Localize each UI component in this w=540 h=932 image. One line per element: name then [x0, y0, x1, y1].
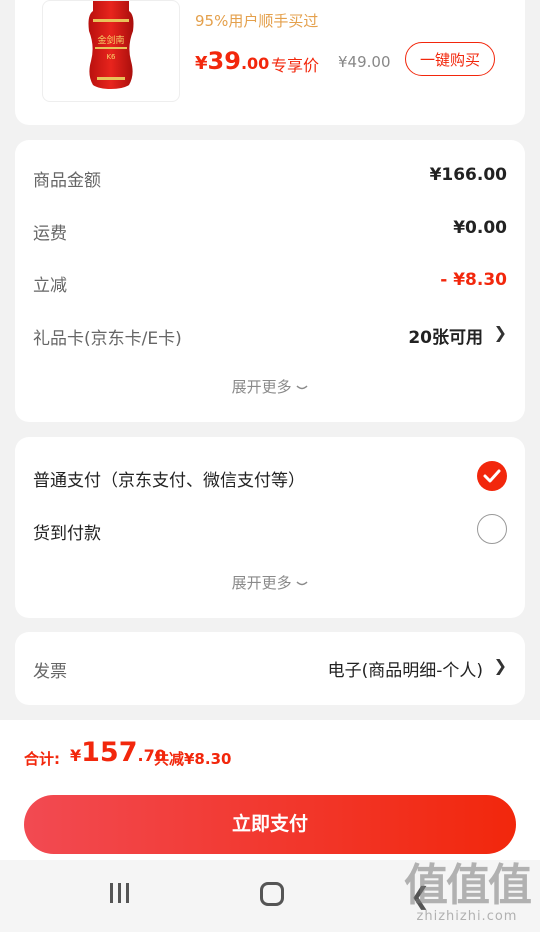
invoice-card[interactable]: 发票 电子(商品明细-个人) ❯ — [15, 632, 525, 705]
summary-row-shipping: 运费 ¥0.00 — [33, 218, 507, 244]
payment-expand-more[interactable]: 展开更多 — [15, 572, 525, 593]
bottle-sub: K6 — [106, 53, 116, 61]
total-bar: 合计: ¥157.70 共减¥8.30 — [0, 720, 540, 790]
check-circle-icon[interactable] — [477, 461, 507, 491]
promo-text: 95%用户顺手买过 — [195, 12, 319, 30]
total-amount: ¥157.70 — [70, 737, 166, 768]
watermark: 值值值 zhizhizhi.com — [404, 860, 532, 925]
chevron-down-icon — [296, 385, 308, 390]
system-nav-bar: ❮ 值值值 zhizhizhi.com — [0, 860, 540, 932]
bottle-logo: 金剑南 — [97, 34, 124, 46]
nav-home-icon[interactable] — [260, 882, 284, 906]
total-discount: 共减¥8.30 — [154, 750, 232, 768]
chevron-right-icon: ❯ — [493, 323, 507, 342]
chevron-down-icon — [296, 581, 308, 586]
invoice-row[interactable]: 发票 电子(商品明细-个人) ❯ — [33, 653, 507, 683]
summary-row-gift-card[interactable]: 礼品卡(京东卡/E卡) 20张可用 ❯ — [33, 320, 507, 350]
pay-area: 立即支付 — [0, 790, 540, 860]
radio-unchecked-icon[interactable] — [477, 514, 507, 544]
price-tag: 专享价 — [271, 56, 320, 75]
payment-method-card: 普通支付（京东支付、微信支付等） 货到付款 展开更多 — [15, 437, 525, 618]
order-summary-card: 商品金额 ¥166.00 运费 ¥0.00 立减 - ¥8.30 礼品卡(京东卡… — [15, 140, 525, 422]
pay-now-button[interactable]: 立即支付 — [24, 795, 516, 854]
payment-option-cod[interactable]: 货到付款 — [33, 512, 507, 548]
product-price: ¥39.00 — [195, 47, 270, 75]
original-price: ¥49.00 — [338, 53, 391, 71]
payment-option-normal[interactable]: 普通支付（京东支付、微信支付等） — [33, 459, 507, 495]
one-click-buy-button[interactable]: 一键购买 — [405, 42, 495, 76]
summary-row-discount: 立减 - ¥8.30 — [33, 270, 507, 296]
price-row: ¥39.00 专享价 ¥49.00 一键购买 — [195, 42, 515, 82]
summary-row-goods-amount: 商品金额 ¥166.00 — [33, 165, 507, 191]
summary-expand-more[interactable]: 展开更多 — [15, 376, 525, 397]
product-card: 金剑南 K6 95%用户顺手买过 ¥39.00 专享价 ¥49.00 一键购买 — [15, 0, 525, 125]
nav-recent-icon[interactable] — [110, 883, 134, 907]
product-thumbnail[interactable]: 金剑南 K6 — [42, 0, 180, 102]
chevron-right-icon: ❯ — [493, 656, 507, 675]
liquor-bottle-image: 金剑南 K6 — [88, 1, 134, 89]
